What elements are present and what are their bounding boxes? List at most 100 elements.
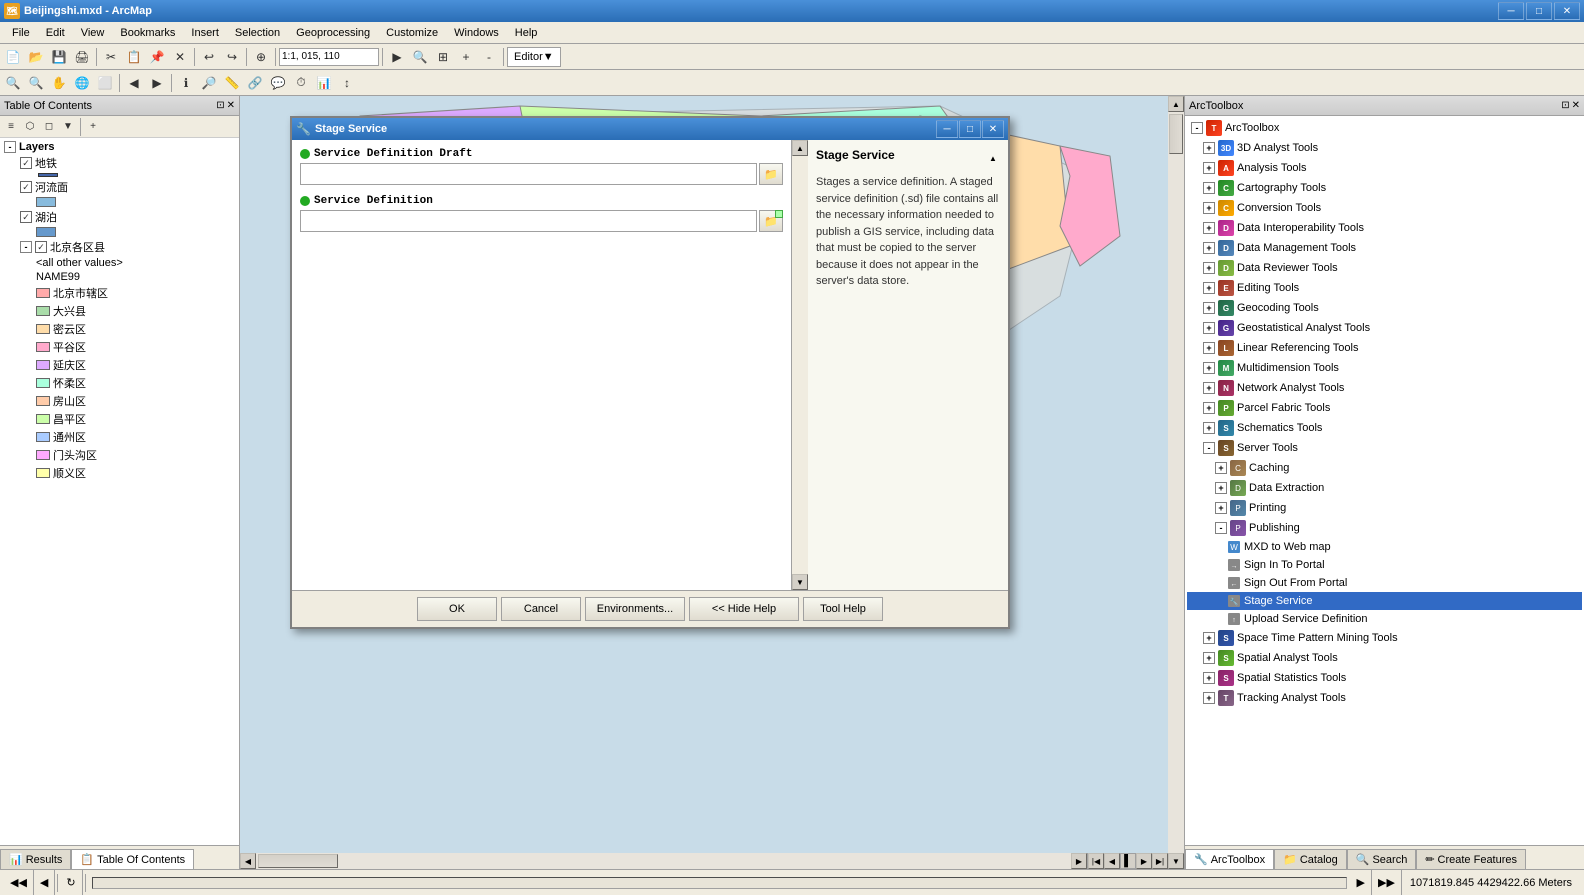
district-daxing[interactable]: 大兴县 (34, 302, 237, 320)
tool-conversion[interactable]: + C Conversion Tools (1187, 198, 1582, 218)
tool-publishing[interactable]: - P Publishing (1187, 518, 1582, 538)
tool-cartography-expand[interactable]: + (1203, 182, 1215, 194)
tool-multidim-expand[interactable]: + (1203, 362, 1215, 374)
measure-tool[interactable]: 📏 (221, 72, 243, 94)
tool-printing[interactable]: + P Printing (1187, 498, 1582, 518)
back-extent[interactable]: ◀ (123, 72, 145, 94)
tool-publishing-expand[interactable]: - (1215, 522, 1227, 534)
toc-tab[interactable]: 📋 Table Of Contents (71, 849, 194, 869)
scroll-right-button[interactable]: ▶ (1071, 853, 1087, 869)
redo-button[interactable]: ↪ (221, 46, 243, 68)
nav-next-next[interactable]: ▶| (1152, 853, 1168, 869)
scroll-track-h[interactable] (256, 853, 1071, 869)
tool-spatial-expand[interactable]: + (1203, 652, 1215, 664)
menu-bookmarks[interactable]: Bookmarks (112, 22, 183, 43)
menu-edit[interactable]: Edit (38, 22, 73, 43)
hyperlink-tool[interactable]: 🔗 (244, 72, 266, 94)
stage-service-dialog[interactable]: 🔧 Stage Service ─ □ ✕ (290, 116, 1010, 629)
scroll-thumb-v[interactable] (1169, 114, 1183, 154)
maximize-button[interactable]: □ (1526, 2, 1552, 20)
tool-reviewer[interactable]: + D Data Reviewer Tools (1187, 258, 1582, 278)
catalog-tab[interactable]: 📁 Catalog (1274, 849, 1347, 869)
toc-dock-icon[interactable]: ⊡ (216, 100, 224, 111)
tool-schematics-expand[interactable]: + (1203, 422, 1215, 434)
close-button[interactable]: ✕ (1554, 2, 1580, 20)
menu-insert[interactable]: Insert (183, 22, 227, 43)
time-slider[interactable]: ⏱ (290, 72, 312, 94)
open-button[interactable]: 📂 (25, 46, 47, 68)
toolbox-root[interactable]: - T ArcToolbox (1187, 118, 1582, 138)
menu-view[interactable]: View (73, 22, 113, 43)
ok-button[interactable]: OK (417, 597, 497, 621)
tool-datamgmt[interactable]: + D Data Management Tools (1187, 238, 1582, 258)
sd-input[interactable] (300, 210, 757, 232)
search-tab[interactable]: 🔍 Search (1347, 849, 1417, 869)
district-bj[interactable]: 北京市辖区 (34, 284, 237, 302)
tool-tracking-expand[interactable]: + (1203, 692, 1215, 704)
tool-parcel[interactable]: + P Parcel Fabric Tools (1187, 398, 1582, 418)
tool-upload-svc[interactable]: ↑ Upload Service Definition (1187, 610, 1582, 628)
tool-stage-service[interactable]: 🔧 Stage Service (1187, 592, 1582, 610)
dlg-scroll-up[interactable]: ▲ (792, 140, 808, 156)
tool-spatial[interactable]: + S Spatial Analyst Tools (1187, 648, 1582, 668)
tool-cartography[interactable]: + C Cartography Tools (1187, 178, 1582, 198)
tool-3d-expand[interactable]: + (1203, 142, 1215, 154)
cut-button[interactable]: ✂ (100, 46, 122, 68)
toc-source-view[interactable]: ⬡ (21, 118, 39, 136)
tool-mxd-webmap[interactable]: W MXD to Web map (1187, 538, 1582, 556)
map-scrollbar-horizontal[interactable]: ◀ ▶ |◀ ◀ ▌ ▶ ▶| (240, 853, 1168, 869)
delete-button[interactable]: ✕ (169, 46, 191, 68)
menu-windows[interactable]: Windows (446, 22, 507, 43)
tool-caching-expand[interactable]: + (1215, 462, 1227, 474)
scroll-track-v[interactable] (1168, 112, 1184, 853)
beijing-allvalues[interactable]: <all other values> (34, 256, 237, 270)
tool-geostat-expand[interactable]: + (1203, 322, 1215, 334)
help-collapse-button[interactable]: ▲ (986, 151, 1000, 165)
undo-button[interactable]: ↩ (198, 46, 220, 68)
district-mentougou[interactable]: 门头沟区 (34, 446, 237, 464)
tool-analysis[interactable]: + A Analysis Tools (1187, 158, 1582, 178)
zoom-in-button[interactable]: + (455, 46, 477, 68)
tool-spatialstat-expand[interactable]: + (1203, 672, 1215, 684)
tool-dataextract-expand[interactable]: + (1215, 482, 1227, 494)
tool-spatialstat[interactable]: + S Spatial Statistics Tools (1187, 668, 1582, 688)
scroll-up-button[interactable]: ▲ (1168, 96, 1184, 112)
tool-linear-expand[interactable]: + (1203, 342, 1215, 354)
status-nav-prev[interactable]: ◀◀ (4, 870, 34, 895)
layer-hupo-checkbox[interactable] (20, 211, 32, 223)
save-button[interactable]: 💾 (48, 46, 70, 68)
layers-root[interactable]: - Layers (2, 140, 237, 154)
nav-prev-prev[interactable]: |◀ (1088, 853, 1104, 869)
tool-interop[interactable]: + D Data Interoperability Tools (1187, 218, 1582, 238)
scroll-down-button[interactable]: ▼ (1168, 853, 1184, 869)
tool-network-expand[interactable]: + (1203, 382, 1215, 394)
identify-tool[interactable]: ℹ (175, 72, 197, 94)
zoom-out-fixed[interactable]: 🔍 (25, 72, 47, 94)
tool-tracking[interactable]: + T Tracking Analyst Tools (1187, 688, 1582, 708)
results-tab[interactable]: 📊 Results (0, 849, 71, 869)
layer-hupo[interactable]: 湖泊 (18, 208, 237, 226)
tool-interop-expand[interactable]: + (1203, 222, 1215, 234)
tool-signin[interactable]: → Sign In To Portal (1187, 556, 1582, 574)
paste-button[interactable]: 📌 (146, 46, 168, 68)
toc-options[interactable]: ▼ (59, 118, 77, 136)
tool-editing-expand[interactable]: + (1203, 282, 1215, 294)
status-refresh[interactable]: ↻ (60, 870, 82, 895)
district-tongzhou[interactable]: 通州区 (34, 428, 237, 446)
graph-button[interactable]: 📊 (313, 72, 335, 94)
tool-linear[interactable]: + L Linear Referencing Tools (1187, 338, 1582, 358)
layer-ditie-checkbox[interactable] (20, 157, 32, 169)
district-changping[interactable]: 昌平区 (34, 410, 237, 428)
zoom-in-fixed[interactable]: 🔍 (2, 72, 24, 94)
beijing-name99[interactable]: NAME99 (34, 270, 237, 284)
zoom-button[interactable]: 🔍 (409, 46, 431, 68)
print-button[interactable]: 🖨 (71, 46, 93, 68)
zoom-out-button[interactable]: - (478, 46, 500, 68)
tool-schematics[interactable]: + S Schematics Tools (1187, 418, 1582, 438)
district-yanqing[interactable]: 延庆区 (34, 356, 237, 374)
tool-caching[interactable]: + C Caching (1187, 458, 1582, 478)
sdd-input[interactable] (300, 163, 757, 185)
map-area[interactable]: 北京市辖区 怀柔区 密云区 昌平区 延庆区 门头沟区 房山区 大兴县 通州区 顺… (240, 96, 1184, 869)
dialog-minimize[interactable]: ─ (936, 120, 958, 138)
tool-server-expand[interactable]: - (1203, 442, 1215, 454)
